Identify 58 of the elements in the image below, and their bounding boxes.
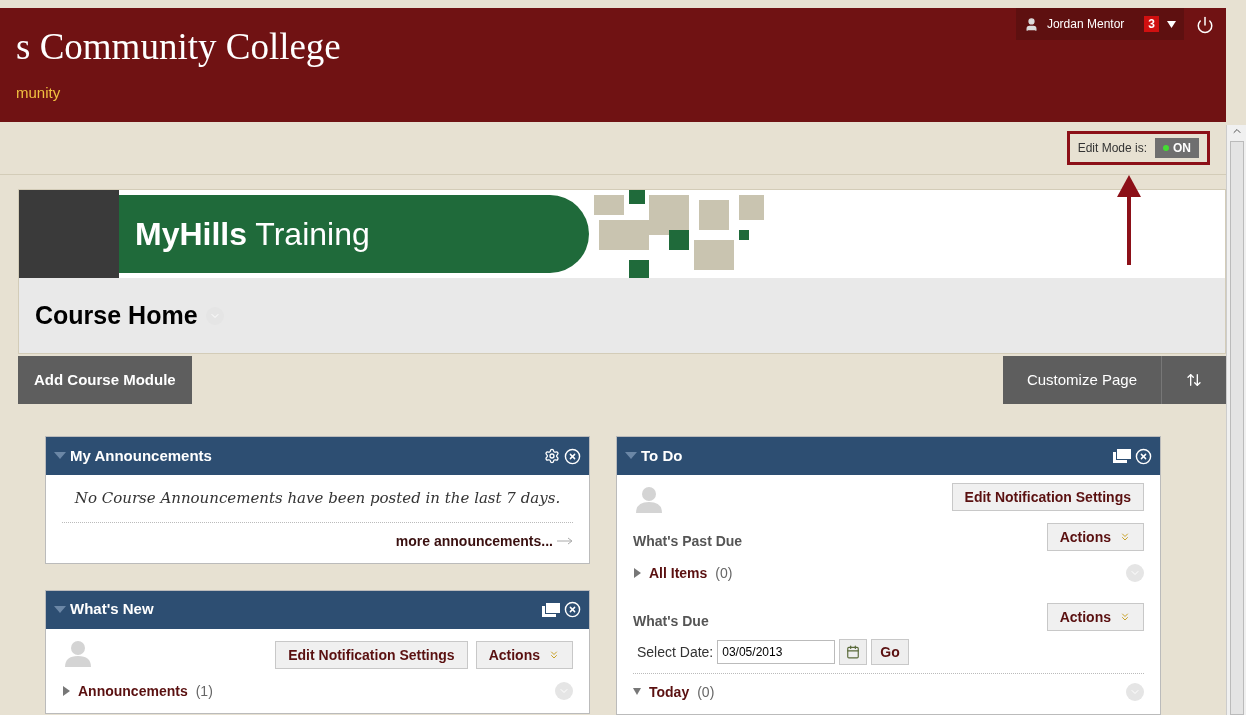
item-link[interactable]: Today [649, 682, 690, 702]
item-count: (1) [195, 681, 213, 701]
user-menu[interactable]: Jordan Mentor 3 [1015, 8, 1184, 40]
options-icon[interactable] [555, 681, 573, 700]
expanded-triangle-icon[interactable] [633, 687, 641, 697]
edit-mode-toggle[interactable]: Edit Mode is: ON [1066, 130, 1210, 165]
banner-title: MyHills Training [135, 215, 370, 254]
user-icon [1023, 16, 1039, 32]
site-subtitle: munity [16, 83, 62, 104]
item-count: (0) [697, 683, 715, 702]
logout-icon [1196, 16, 1214, 34]
edit-mode-switch[interactable]: ON [1155, 137, 1199, 158]
section-heading: What's Past Due [633, 532, 743, 551]
date-field[interactable]: 03/05/2013 [717, 640, 836, 664]
double-chevron-icon [1119, 611, 1131, 623]
options-icon[interactable] [1126, 683, 1144, 701]
actions-button[interactable]: Actions [1046, 603, 1144, 631]
double-chevron-icon [1119, 531, 1131, 543]
status-light-icon [1163, 144, 1169, 151]
add-module-button[interactable]: Add Course Module [18, 356, 192, 404]
sort-arrows-icon [1186, 372, 1202, 388]
close-icon [1135, 447, 1152, 465]
actions-button[interactable]: Actions [1046, 523, 1144, 551]
module-title: What's New [70, 599, 154, 620]
caret-icon [1167, 20, 1176, 28]
item-count: (0) [715, 564, 733, 583]
collapse-triangle-icon[interactable] [54, 452, 66, 460]
more-link[interactable]: more announcements... [395, 530, 553, 551]
close-icon [564, 601, 581, 618]
arrow-icon [557, 536, 573, 545]
collapse-triangle-icon[interactable] [54, 605, 66, 614]
collapsed-triangle-icon[interactable] [633, 568, 641, 578]
options-icon[interactable] [1126, 564, 1144, 582]
actions-button[interactable]: Actions [475, 640, 573, 669]
notification-badge: 3 [1144, 16, 1159, 32]
window-icon[interactable] [542, 602, 560, 617]
close-icon [564, 447, 581, 465]
collapse-triangle-icon[interactable] [625, 452, 637, 460]
settings-button[interactable]: Edit Notification Settings [275, 640, 468, 669]
date-label: Select Date: [637, 643, 714, 662]
settings-button[interactable]: Edit Notification Settings [951, 483, 1144, 511]
calendar-icon [846, 645, 861, 659]
settings-icon [544, 448, 560, 464]
module-title: To Do [641, 445, 683, 466]
page-title: Course Home [35, 299, 198, 331]
item-link[interactable]: All Items [649, 563, 708, 583]
section-heading: What's Due [633, 612, 709, 631]
calendar-button[interactable] [839, 639, 868, 665]
customize-button[interactable]: Customize Page [1002, 356, 1162, 404]
reorder-button[interactable] [1162, 356, 1226, 404]
item-link[interactable]: Announcements [78, 680, 188, 701]
empty-message: No Course Announcements have been posted in the last 7 days. [62, 487, 573, 523]
double-chevron-icon [548, 648, 560, 661]
go-button[interactable]: Go [871, 639, 909, 665]
site-title: s Community College [16, 25, 341, 69]
module-title: My Announcements [70, 445, 212, 466]
collapsed-triangle-icon[interactable] [62, 685, 70, 696]
window-icon[interactable] [1113, 449, 1131, 463]
